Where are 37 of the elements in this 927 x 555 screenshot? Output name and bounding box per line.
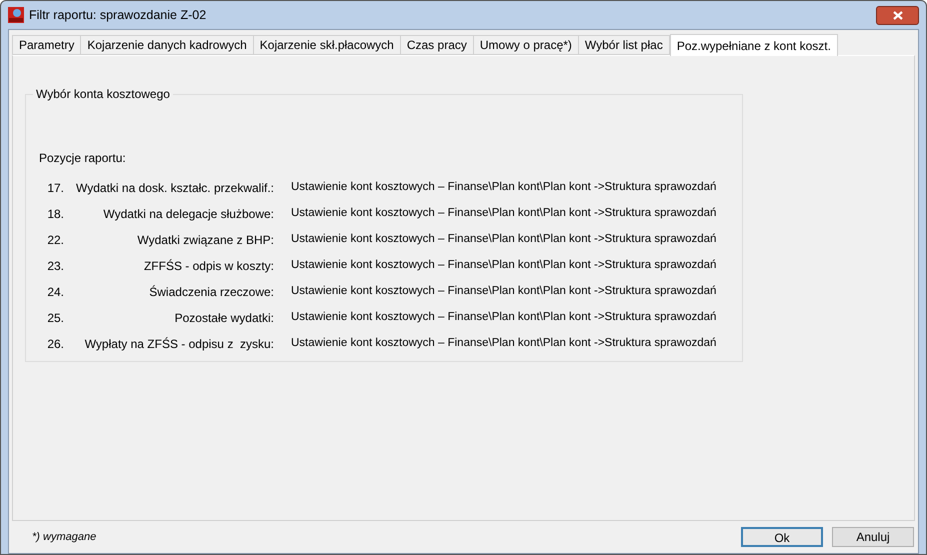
group-title: Wybór konta kosztowego bbox=[33, 87, 173, 101]
item-label: Wypłaty na ZFŚS - odpisu z zysku: bbox=[84, 336, 274, 353]
item-value: Ustawienie kont kosztowych – Finanse\Plan kont\Plan kont ->Struktura sprawozdań bbox=[291, 232, 716, 248]
item-label: Wydatki na dosk. kształc. przekwalif.: bbox=[75, 180, 274, 197]
item-value: Ustawienie kont kosztowych – Finanse\Plan kont\Plan kont ->Struktura sprawozdań bbox=[291, 336, 716, 352]
item-label: Pozostałe wydatki: bbox=[174, 310, 274, 327]
item-number: 24. bbox=[46, 284, 64, 301]
section-label: Pozycje raportu: bbox=[39, 151, 126, 165]
item-value: Ustawienie kont kosztowych – Finanse\Plan kont\Plan kont ->Struktura sprawozdań bbox=[291, 258, 716, 274]
item-value: Ustawienie kont kosztowych – Finanse\Plan kont\Plan kont ->Struktura sprawozdań bbox=[291, 284, 716, 300]
window-title: Filtr raportu: sprawozdanie Z-02 bbox=[29, 6, 206, 24]
tab[interactable]: Parametry bbox=[12, 35, 82, 55]
dialog-button[interactable]: Anuluj bbox=[832, 527, 914, 547]
app-icon bbox=[8, 7, 24, 23]
tab[interactable]: Czas pracy bbox=[400, 35, 474, 55]
footer-note: *) wymagane bbox=[32, 530, 96, 545]
item-number: 25. bbox=[46, 310, 64, 327]
item-label: Wydatki na delegacje służbowe: bbox=[102, 206, 274, 223]
tab[interactable]: Wybór list płac bbox=[578, 35, 670, 55]
item-label: Wydatki związane z BHP: bbox=[136, 232, 274, 249]
close-button[interactable] bbox=[876, 6, 919, 24]
tab[interactable]: Kojarzenie skł.płacowych bbox=[254, 35, 401, 55]
item-number: 18. bbox=[46, 206, 64, 223]
tab[interactable]: Umowy o pracę*) bbox=[474, 35, 579, 55]
item-number: 22. bbox=[46, 232, 64, 249]
item-value: Ustawienie kont kosztowych – Finanse\Plan kont\Plan kont ->Struktura sprawozdań bbox=[291, 310, 716, 326]
dialog-button[interactable]: Ok bbox=[741, 527, 823, 547]
item-label: ZFFŚS - odpis w koszty: bbox=[142, 258, 274, 275]
item-number: 26. bbox=[46, 336, 64, 353]
item-value: Ustawienie kont kosztowych – Finanse\Plan kont\Plan kont ->Struktura sprawozdań bbox=[291, 180, 716, 196]
item-value: Ustawienie kont kosztowych – Finanse\Plan kont\Plan kont ->Struktura sprawozdań bbox=[291, 206, 716, 222]
item-number: 23. bbox=[46, 258, 64, 275]
item-number: 17. bbox=[46, 180, 64, 197]
tab[interactable]: Kojarzenie danych kadrowych bbox=[81, 35, 254, 55]
item-label: Świadczenia rzeczowe: bbox=[148, 284, 274, 301]
close-icon bbox=[892, 10, 902, 20]
tab[interactable]: Poz.wypełniane z kont koszt. bbox=[670, 34, 838, 56]
